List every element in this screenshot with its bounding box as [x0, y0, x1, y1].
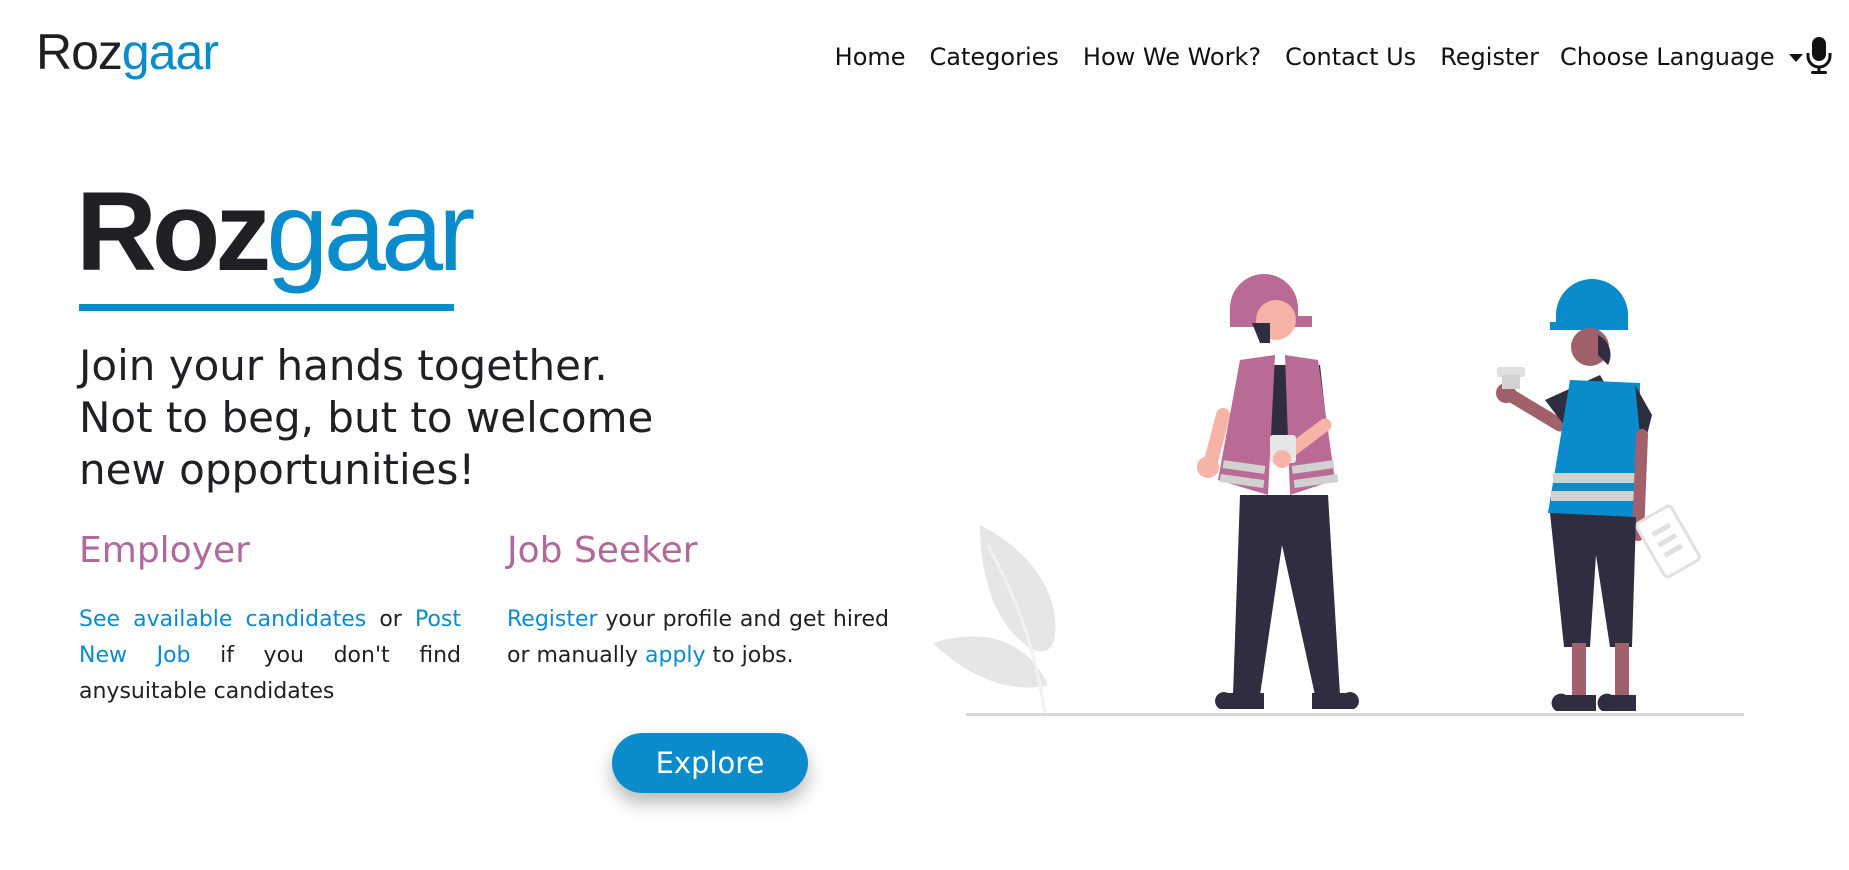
- hero-title: Rozgaar: [76, 168, 475, 296]
- nav-categories[interactable]: Categories: [930, 40, 1059, 74]
- nav-how-we-work[interactable]: How We Work?: [1083, 40, 1261, 74]
- leaf-plant: [933, 525, 1056, 716]
- nav-links: Home Categories How We Work? Contact Us …: [835, 40, 1539, 74]
- seeker-text-2: to jobs.: [705, 643, 794, 668]
- employer-text-1: or: [366, 607, 415, 632]
- caret-down-icon: [1788, 54, 1803, 62]
- language-label: Choose Language: [1560, 43, 1775, 71]
- job-seeker-description: Register your profile and get hired or m…: [507, 602, 889, 674]
- tagline-line-2: Not to beg, but to welcome: [79, 393, 654, 442]
- employer-description: See available candidates or Post New Job…: [79, 602, 461, 710]
- tagline-line-3: new opportunities!: [79, 445, 476, 494]
- worker-pink-vest: [1197, 274, 1359, 709]
- hero-tagline: Join your hands together. Not to beg, bu…: [79, 340, 699, 496]
- hero-title-accent: gaar: [266, 169, 475, 294]
- nav-contact-us[interactable]: Contact Us: [1285, 40, 1416, 74]
- language-dropdown[interactable]: Choose Language: [1560, 40, 1803, 74]
- explore-button[interactable]: Explore: [612, 733, 808, 793]
- register-link[interactable]: Register: [507, 607, 598, 632]
- ground-line: [966, 713, 1744, 716]
- employer-heading: Employer: [79, 530, 250, 571]
- hero-title-prefix: Roz: [76, 169, 271, 294]
- microphone-icon[interactable]: [1806, 36, 1832, 76]
- nav-home[interactable]: Home: [835, 40, 906, 74]
- workers-illustration: [933, 274, 1744, 716]
- job-seeker-heading: Job Seeker: [507, 530, 698, 571]
- nav-register[interactable]: Register: [1440, 40, 1539, 74]
- title-underline: [79, 304, 454, 311]
- apply-link[interactable]: apply: [645, 643, 706, 668]
- brand-logo[interactable]: Rozgaar: [36, 22, 219, 82]
- tagline-line-1: Join your hands together.: [79, 341, 608, 390]
- navbar: Rozgaar Home Categories How We Work? Con…: [0, 0, 1849, 110]
- worker-blue-vest: [1496, 279, 1701, 711]
- see-candidates-link[interactable]: See available candidates: [79, 607, 366, 632]
- brand-accent: gaar: [121, 24, 219, 80]
- brand-prefix: Roz: [36, 24, 123, 80]
